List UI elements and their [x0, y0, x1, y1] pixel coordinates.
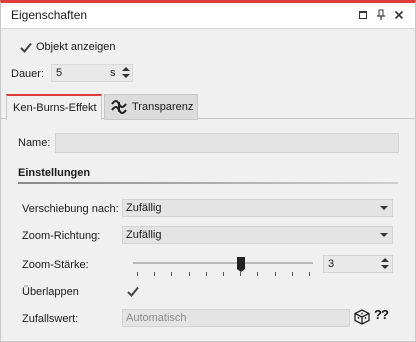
help-icon[interactable]: ?? — [374, 307, 389, 322]
show-object-checkbox[interactable] — [19, 41, 32, 54]
zoom-strength-value: 3 — [328, 258, 335, 270]
panel-titlebar: Eigenschaften — [1, 3, 415, 29]
transparency-icon — [111, 100, 127, 114]
chevron-down-icon — [380, 206, 388, 210]
spin-up-icon — [122, 67, 130, 71]
duration-spinner[interactable] — [120, 64, 132, 82]
slider-tick — [240, 272, 242, 276]
duration-unit: s — [110, 67, 116, 79]
spin-up-icon — [381, 258, 389, 262]
panel-title: Eigenschaften — [11, 8, 88, 22]
zoom-strength-label: Zoom-Stärke: — [22, 259, 89, 271]
zoom-strength-slider[interactable] — [133, 257, 313, 279]
random-value-placeholder: Automatisch — [126, 312, 187, 324]
tab-ken-burns[interactable]: Ken-Burns-Effekt — [6, 94, 102, 120]
shift-value: Zufällig — [126, 202, 162, 214]
slider-tick — [257, 272, 259, 276]
maximize-icon[interactable] — [357, 9, 369, 21]
pin-icon[interactable] — [375, 9, 387, 21]
settings-heading: Einstellungen — [18, 167, 91, 179]
zoom-strength-input[interactable]: 3 — [323, 255, 393, 273]
slider-tick — [274, 272, 276, 276]
check-icon — [19, 42, 32, 53]
close-icon[interactable] — [393, 9, 405, 21]
spin-down-icon — [381, 265, 389, 269]
overlap-checkbox[interactable] — [126, 285, 139, 298]
effect-tabs: Ken-Burns-Effekt Transparenz — [1, 91, 415, 120]
name-row: Name: — [18, 133, 50, 153]
tab-transparency-label: Transparenz — [132, 101, 194, 113]
slider-thumb[interactable] — [237, 257, 245, 272]
slider-tick — [188, 272, 190, 276]
shift-select[interactable]: Zufällig — [122, 199, 393, 217]
shift-label: Verschiebung nach: — [22, 203, 119, 215]
name-label: Name: — [18, 137, 51, 149]
slider-tick — [223, 272, 224, 276]
check-icon — [126, 286, 139, 297]
overlap-label: Überlappen — [22, 286, 79, 298]
zoom-direction-value: Zufällig — [126, 229, 162, 241]
zoom-strength-spinner[interactable] — [379, 255, 391, 273]
tab-ken-burns-label: Ken-Burns-Effekt — [13, 102, 97, 114]
slider-tick — [154, 272, 156, 276]
slider-track — [133, 262, 313, 264]
show-object-label: Objekt anzeigen — [36, 41, 116, 53]
spin-down-icon — [122, 74, 130, 78]
properties-panel: Eigenschaften Objekt anzeigen Dauer: 5 s… — [0, 0, 416, 342]
duration-input[interactable]: 5 s — [51, 64, 133, 82]
name-input[interactable] — [55, 133, 399, 153]
zoom-direction-select[interactable]: Zufällig — [122, 226, 393, 244]
slider-tick — [205, 272, 207, 276]
slider-tick — [291, 272, 293, 276]
chevron-down-icon — [380, 233, 388, 237]
slider-tick — [137, 272, 138, 276]
dice-icon[interactable] — [354, 309, 370, 325]
settings-divider — [18, 182, 398, 184]
slider-tick — [171, 272, 173, 276]
duration-label: Dauer: — [11, 68, 45, 80]
random-value-input[interactable]: Automatisch — [122, 309, 350, 327]
duration-value: 5 — [56, 67, 63, 79]
random-value-label: Zufallswert: — [22, 313, 79, 325]
show-object-row[interactable]: Objekt anzeigen — [19, 40, 116, 54]
duration-row: Dauer: 5 s — [11, 64, 133, 83]
slider-tick — [309, 272, 310, 276]
zoom-direction-label: Zoom-Richtung: — [22, 230, 101, 242]
tab-transparency[interactable]: Transparenz — [104, 94, 198, 120]
